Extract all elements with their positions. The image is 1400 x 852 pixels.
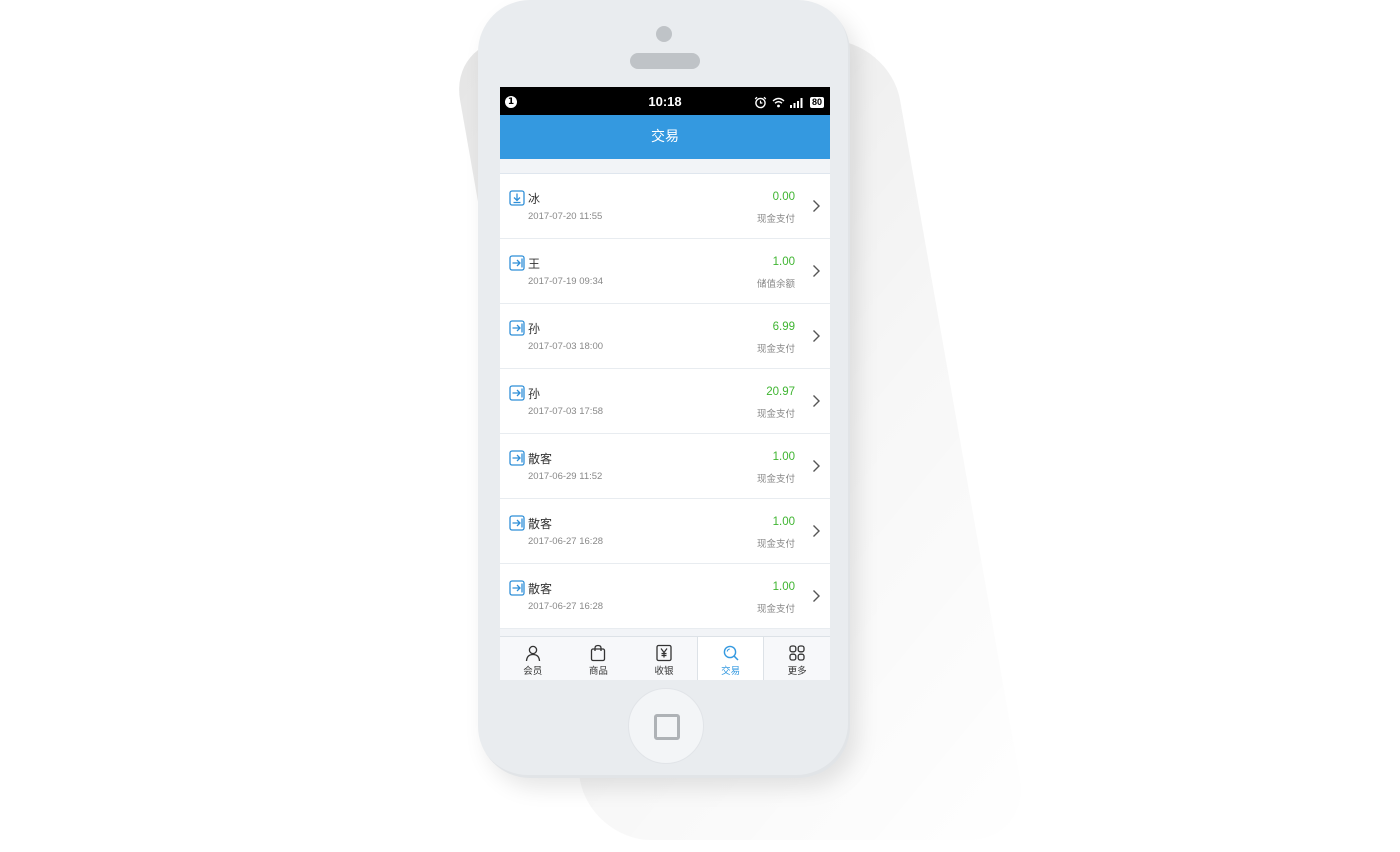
tab-label: 交易 bbox=[721, 666, 741, 677]
home-button[interactable] bbox=[628, 688, 704, 764]
customer-name: 王 bbox=[528, 257, 541, 271]
payment-method: 储值余额 bbox=[756, 279, 795, 290]
payment-method: 现金支付 bbox=[756, 409, 795, 420]
payment-method: 现金支付 bbox=[756, 604, 795, 615]
search-icon bbox=[698, 644, 764, 662]
transaction-amount: 1.00 bbox=[772, 256, 795, 268]
customer-name: 冰 bbox=[528, 192, 541, 206]
transaction-amount: 20.97 bbox=[766, 386, 795, 398]
earpiece-speaker bbox=[630, 53, 700, 69]
payment-method: 现金支付 bbox=[756, 539, 795, 550]
tab-search[interactable]: 交易 bbox=[696, 637, 765, 680]
signal-icon bbox=[789, 97, 803, 108]
home-square-icon bbox=[654, 714, 680, 740]
transaction-list: 冰 2017-07-20 11:55 0.00 现金支付 王 2017-07-1… bbox=[500, 173, 830, 637]
transaction-date: 2017-07-03 17:58 bbox=[528, 406, 604, 417]
arrow-in-icon bbox=[509, 450, 525, 466]
battery-icon: 80 bbox=[809, 96, 824, 108]
chevron-right-icon bbox=[813, 395, 820, 407]
arrow-in-icon bbox=[509, 385, 525, 401]
transaction-date: 2017-07-20 11:55 bbox=[528, 211, 603, 222]
person-icon bbox=[500, 644, 566, 662]
arrow-in-icon bbox=[509, 320, 525, 336]
transaction-amount: 1.00 bbox=[772, 451, 795, 463]
status-icons: 80 bbox=[754, 95, 824, 109]
arrow-in-icon bbox=[509, 580, 525, 596]
tab-label: 收银 bbox=[654, 666, 674, 677]
transaction-amount: 0.00 bbox=[772, 191, 795, 203]
chevron-right-icon bbox=[813, 330, 820, 342]
tab-bag[interactable]: 商品 bbox=[566, 637, 632, 680]
tab-label: 会员 bbox=[523, 666, 543, 677]
customer-name: 散客 bbox=[528, 452, 553, 466]
tab-bar: 会员 商品 收银 交易 更多 bbox=[500, 636, 830, 680]
chevron-right-icon bbox=[813, 200, 820, 212]
transaction-row[interactable]: 冰 2017-07-20 11:55 0.00 现金支付 bbox=[500, 174, 830, 239]
customer-name: 孙 bbox=[528, 322, 541, 336]
front-camera bbox=[656, 26, 672, 42]
wifi-icon bbox=[772, 97, 785, 107]
transaction-row[interactable]: 散客 2017-06-29 11:52 1.00 现金支付 bbox=[500, 434, 830, 499]
tab-yen-register[interactable]: 收银 bbox=[631, 637, 697, 680]
customer-name: 散客 bbox=[528, 582, 553, 596]
status-bar: 1 10:18 80 bbox=[500, 87, 830, 115]
bag-icon bbox=[566, 644, 632, 662]
transaction-amount: 6.99 bbox=[772, 321, 795, 333]
arrow-in-icon bbox=[509, 515, 525, 531]
app-screen: 1 10:18 80 交易 冰 2017-07-20 11:55 0.00 现金… bbox=[500, 87, 830, 680]
transaction-date: 2017-06-29 11:52 bbox=[528, 471, 603, 482]
tab-person[interactable]: 会员 bbox=[500, 637, 566, 680]
alarm-icon bbox=[754, 96, 767, 108]
tab-grid[interactable]: 更多 bbox=[764, 637, 830, 680]
chevron-right-icon bbox=[813, 525, 820, 537]
transaction-date: 2017-07-03 18:00 bbox=[528, 341, 604, 352]
transaction-date: 2017-07-19 09:34 bbox=[528, 276, 604, 287]
transaction-row[interactable]: 王 2017-07-19 09:34 1.00 储值余额 bbox=[500, 239, 830, 304]
transaction-row[interactable]: 孙 2017-07-03 18:00 6.99 现金支付 bbox=[500, 304, 830, 369]
transaction-date: 2017-06-27 16:28 bbox=[528, 536, 604, 547]
payment-method: 现金支付 bbox=[756, 474, 795, 485]
grid-icon bbox=[764, 644, 830, 662]
yen-register-icon bbox=[631, 644, 697, 662]
transaction-amount: 1.00 bbox=[772, 581, 795, 593]
transaction-row[interactable]: 散客 2017-06-27 16:28 1.00 现金支付 bbox=[500, 499, 830, 564]
chevron-right-icon bbox=[813, 590, 820, 602]
tab-label: 商品 bbox=[588, 666, 608, 677]
transaction-amount: 1.00 bbox=[772, 516, 795, 528]
customer-name: 孙 bbox=[528, 387, 541, 401]
arrow-in-icon bbox=[509, 255, 525, 271]
payment-method: 现金支付 bbox=[756, 344, 795, 355]
page-title: 交易 bbox=[500, 115, 830, 159]
payment-method: 现金支付 bbox=[756, 214, 795, 225]
transaction-row[interactable]: 孙 2017-07-03 17:58 20.97 现金支付 bbox=[500, 369, 830, 434]
tab-label: 更多 bbox=[787, 666, 807, 677]
chevron-right-icon bbox=[813, 265, 820, 277]
download-in-icon bbox=[509, 190, 525, 206]
chevron-right-icon bbox=[813, 460, 820, 472]
transaction-date: 2017-06-27 16:28 bbox=[528, 601, 604, 612]
customer-name: 散客 bbox=[528, 517, 553, 531]
transaction-row[interactable]: 散客 2017-06-27 16:28 1.00 现金支付 bbox=[500, 564, 830, 629]
